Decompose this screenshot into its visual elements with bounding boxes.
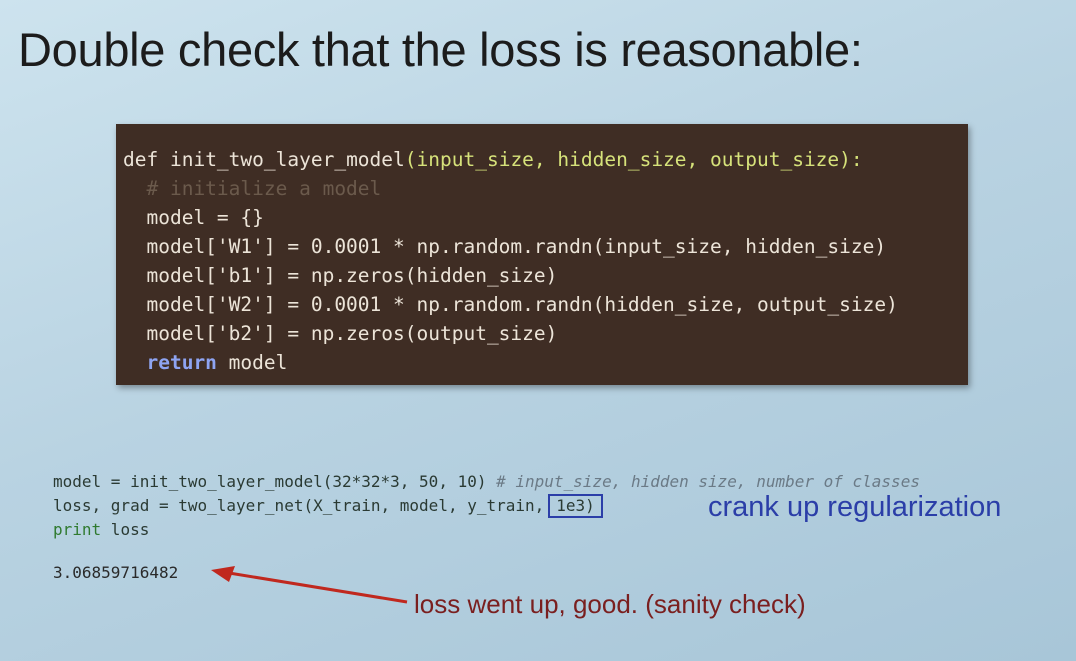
def-keyword: def [123,148,170,171]
regularization-highlight-box: 1e3) [548,494,603,518]
code-line-w1: model['W1'] = 0.0001 * np.random.randn(i… [123,235,887,258]
loss-call: loss, grad = two_layer_net(X_train, mode… [53,496,545,515]
code-line-return: return model [123,348,968,377]
code-block-init-model: def init_two_layer_model(input_size, hid… [116,124,968,385]
code-line-def: def init_two_layer_model(input_size, hid… [123,145,968,174]
function-name: init_two_layer_model [169,148,405,171]
code-line-model-init: model = {} [123,206,264,229]
return-value: model [216,351,288,374]
model-call: model = init_two_layer_model(32*32*3, 50… [53,472,497,491]
slide-title: Double check that the loss is reasonable… [18,23,863,76]
model-call-comment: # input_size, hidden size, number of cla… [496,472,920,491]
sanity-check-annotation: loss went up, good. (sanity check) [414,589,806,619]
code-line-comment: # initialize a model [123,177,382,200]
regularization-annotation: crank up regularization [708,491,1002,523]
return-keyword: return [146,351,217,374]
loss-output-value: 3.06859716482 [53,563,179,582]
function-args: (input_size, hidden_size, output_size): [404,148,863,171]
red-arrow-icon [211,566,408,604]
print-keyword: print [53,520,102,539]
return-indent [123,351,146,374]
code-line-w2: model['W2'] = 0.0001 * np.random.randn(h… [123,293,898,316]
print-target: loss [101,520,150,539]
code-line-b1: model['b1'] = np.zeros(hidden_size) [123,264,558,287]
code-line-b2: model['b2'] = np.zeros(output_size) [123,322,558,345]
